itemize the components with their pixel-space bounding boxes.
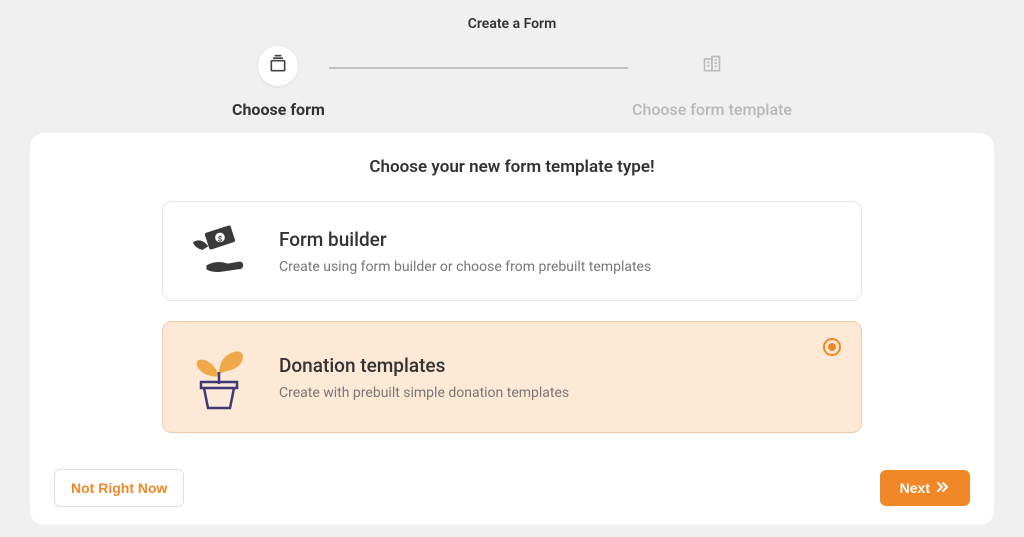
footer: Not Right Now Next <box>54 449 970 507</box>
stepper: Choose form Choose form template <box>232 46 792 119</box>
page-title: Create a Form <box>30 16 994 32</box>
cancel-button[interactable]: Not Right Now <box>54 469 184 507</box>
template-icon-wrap <box>692 46 732 86</box>
option-donation-templates[interactable]: Donation templates Create with prebuilt … <box>162 321 862 433</box>
radio-dot <box>828 343 836 351</box>
step-label: Choose form <box>232 100 325 119</box>
form-icon-wrap <box>258 46 298 86</box>
hand-money-icon: $ <box>189 222 249 280</box>
option-title: Form builder <box>279 228 835 251</box>
option-desc: Create using form builder or choose from… <box>279 259 835 275</box>
next-button[interactable]: Next <box>880 470 970 506</box>
card-title: Choose your new form template type! <box>54 157 970 177</box>
header: Create a Form <box>30 12 994 46</box>
step-label: Choose form template <box>632 100 792 119</box>
step-connector <box>329 67 628 69</box>
main-card: Choose your new form template type! $ Fo… <box>30 133 994 525</box>
option-content: Donation templates Create with prebuilt … <box>279 354 835 401</box>
plant-pot-icon <box>189 342 249 412</box>
step-choose-form[interactable]: Choose form <box>232 46 325 119</box>
option-title: Donation templates <box>279 354 835 377</box>
options-list: $ Form builder Create using form builder… <box>162 201 862 433</box>
building-icon <box>702 54 722 78</box>
next-button-label: Next <box>900 480 930 496</box>
svg-text:$: $ <box>218 234 223 243</box>
option-content: Form builder Create using form builder o… <box>279 228 835 275</box>
option-desc: Create with prebuilt simple donation tem… <box>279 385 835 401</box>
page-container: Create a Form Choose form <box>0 0 1024 537</box>
chevron-double-right-icon <box>936 480 950 496</box>
step-choose-template[interactable]: Choose form template <box>632 46 792 119</box>
radio-selected-icon <box>823 338 841 356</box>
option-form-builder[interactable]: $ Form builder Create using form builder… <box>162 201 862 301</box>
form-icon <box>268 54 288 78</box>
